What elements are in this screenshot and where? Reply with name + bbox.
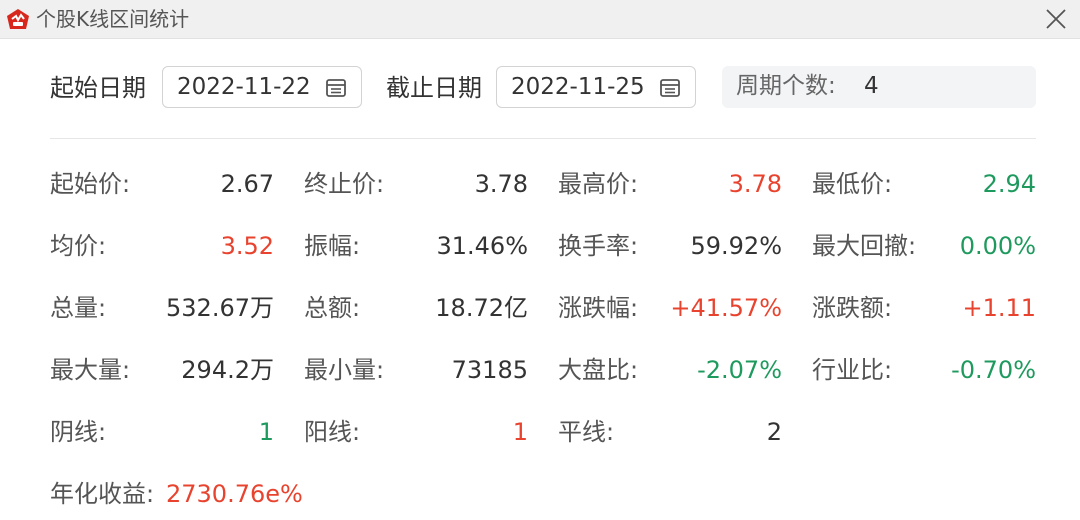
total-amount-label: 总额: <box>304 294 361 322</box>
market-ratio-label: 大盘比: <box>558 356 639 384</box>
divider <box>50 138 1036 139</box>
high-price-value: 3.78 <box>728 170 782 198</box>
industry-ratio-label: 行业比: <box>812 356 893 384</box>
amplitude-label: 振幅: <box>304 232 361 260</box>
start-date-picker[interactable]: 2022-11-22 <box>162 66 362 108</box>
market-ratio-value: -2.07% <box>697 356 782 384</box>
title-bar: 个股K线区间统计 <box>0 0 1080 39</box>
end-date-picker[interactable]: 2022-11-25 <box>496 66 696 108</box>
window-title: 个股K线区间统计 <box>36 7 190 31</box>
avg-price-value: 3.52 <box>220 232 274 260</box>
start-price-value: 2.67 <box>220 170 274 198</box>
calendar-icon[interactable] <box>659 77 681 99</box>
change-amount-value: +1.11 <box>962 294 1036 322</box>
annualized-return-label: 年化收益: <box>50 480 155 508</box>
turnover-rate-value: 59.92% <box>690 232 782 260</box>
annualized-return-value: 2730.76e% <box>166 480 303 508</box>
end-date-value[interactable]: 2022-11-25 <box>511 71 645 103</box>
change-pct-label: 涨跌幅: <box>558 294 639 322</box>
total-volume-label: 总量: <box>50 294 107 322</box>
bearish-candles-label: 阴线: <box>50 418 107 446</box>
start-date-value[interactable]: 2022-11-22 <box>177 71 311 103</box>
bullish-candles-value: 1 <box>512 418 528 446</box>
max-drawdown-value: 0.00% <box>959 232 1036 260</box>
low-price-label: 最低价: <box>812 170 893 198</box>
total-volume-value: 532.67万 <box>166 294 274 322</box>
close-icon <box>1046 9 1066 29</box>
high-price-label: 最高价: <box>558 170 639 198</box>
flat-candles-value: 2 <box>766 418 782 446</box>
end-price-label: 终止价: <box>304 170 385 198</box>
change-pct-value: +41.57% <box>670 294 782 322</box>
start-date-label: 起始日期 <box>50 74 146 102</box>
max-volume-value: 294.2万 <box>181 356 274 384</box>
bearish-candles-value: 1 <box>258 418 274 446</box>
min-volume-value: 73185 <box>451 356 528 384</box>
flat-candles-label: 平线: <box>558 418 615 446</box>
total-amount-value: 18.72亿 <box>435 294 528 322</box>
max-volume-label: 最大量: <box>50 356 131 384</box>
min-volume-label: 最小量: <box>304 356 385 384</box>
low-price-value: 2.94 <box>982 170 1036 198</box>
close-button[interactable] <box>1040 4 1072 34</box>
calendar-icon[interactable] <box>325 77 347 99</box>
amplitude-value: 31.46% <box>436 232 528 260</box>
change-amount-label: 涨跌额: <box>812 294 893 322</box>
period-count-value: 4 <box>864 73 879 99</box>
period-count-label: 周期个数: <box>736 73 836 99</box>
industry-ratio-value: -0.70% <box>951 356 1036 384</box>
end-date-label: 截止日期 <box>386 74 482 102</box>
end-price-value: 3.78 <box>474 170 528 198</box>
app-logo-icon <box>7 9 29 29</box>
period-count-box: 周期个数: 4 <box>722 66 1036 108</box>
bullish-candles-label: 阳线: <box>304 418 361 446</box>
avg-price-label: 均价: <box>50 232 107 260</box>
start-price-label: 起始价: <box>50 170 131 198</box>
turnover-rate-label: 换手率: <box>558 232 639 260</box>
